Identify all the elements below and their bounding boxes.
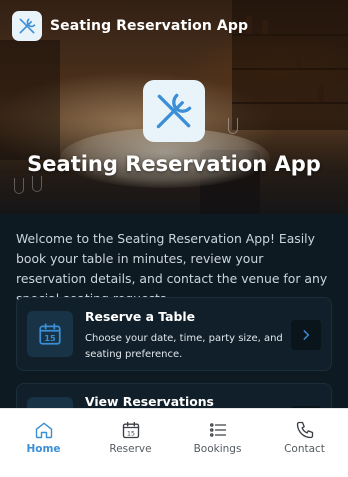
nav-label-bookings: Bookings (193, 443, 242, 455)
card-description: Choose your date, time, party size, and … (85, 333, 283, 360)
nav-item-contact[interactable]: Contact (261, 409, 348, 477)
app-screen: Seating Reservation App Seating Reservat… (0, 0, 348, 408)
hero-title: Seating Reservation App (27, 152, 321, 176)
hero-banner: Seating Reservation App Seating Reservat… (0, 0, 348, 214)
bottom-navigation: Home 15 Reserve Bookings Contact (0, 408, 348, 477)
calendar-day-number: 15 (44, 333, 56, 343)
nav-label-contact: Contact (284, 443, 325, 455)
list-icon (209, 423, 226, 437)
nav-item-home[interactable]: Home (0, 409, 87, 477)
app-logo-icon (12, 11, 42, 41)
nav-item-bookings[interactable]: Bookings (174, 409, 261, 477)
home-icon (35, 422, 52, 439)
nav-label-reserve: Reserve (109, 443, 152, 455)
card-title: Reserve a Table (85, 309, 196, 324)
calendar-day-number: 15 (127, 430, 135, 437)
chevron-right-icon[interactable] (291, 320, 321, 350)
view-reservations-card[interactable]: View Reservations (16, 383, 332, 408)
top-bar: Seating Reservation App (12, 11, 248, 41)
list-icon (27, 397, 73, 408)
phone-icon (296, 421, 313, 439)
nav-item-reserve[interactable]: 15 Reserve (87, 409, 174, 477)
card-title: View Reservations (85, 394, 214, 408)
fork-knife-icon (143, 80, 205, 142)
nav-label-home: Home (26, 443, 61, 455)
reserve-table-card[interactable]: 15 Reserve a Table Choose your date, tim… (16, 297, 332, 371)
calendar-icon: 15 (122, 421, 139, 439)
calendar-15-icon: 15 (27, 311, 73, 357)
app-title: Seating Reservation App (50, 18, 249, 34)
